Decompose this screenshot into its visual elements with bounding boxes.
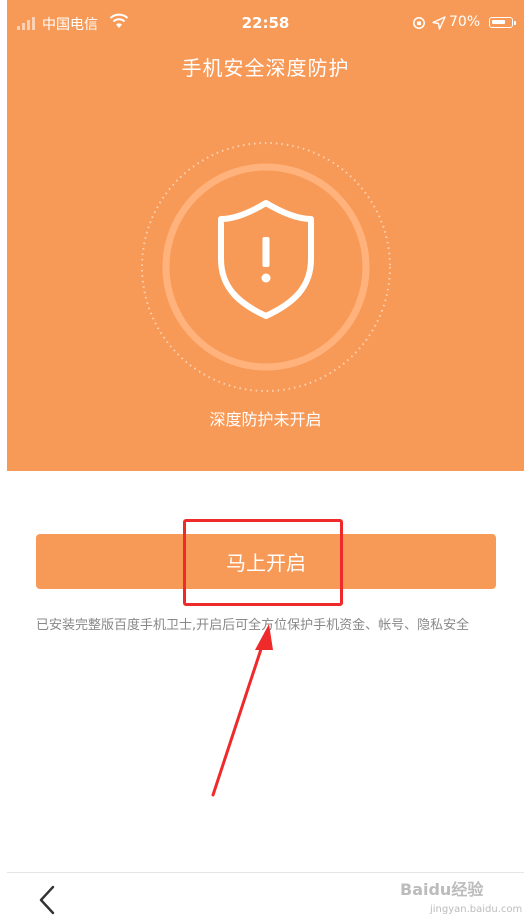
app-screen: 中国电信 22:58 70% 手机安全深度防护 深度防护未开启 马上开启 已安装… — [7, 0, 524, 922]
location-icon — [432, 16, 446, 30]
watermark-url: jingyan.baidu.com — [430, 904, 523, 915]
back-chevron-icon[interactable] — [37, 885, 57, 915]
page-title: 手机安全深度防护 — [181, 56, 350, 80]
shield-alert-icon — [218, 200, 314, 319]
protection-status-text: 深度防护未开启 — [209, 410, 322, 429]
status-bar: 中国电信 22:58 70% — [7, 0, 524, 46]
annotation-highlight-box — [183, 519, 343, 606]
battery-icon — [489, 17, 516, 28]
watermark-logo: Baidu经验 jingyan.baidu.com — [400, 876, 523, 916]
hero-banner: 中国电信 22:58 70% 手机安全深度防护 深度防护未开启 — [7, 0, 524, 471]
orientation-lock-icon — [413, 17, 425, 29]
watermark-brand: Baidu经验 — [400, 880, 484, 899]
clock: 22:58 — [241, 14, 290, 32]
shield-emblem — [141, 142, 391, 392]
battery-percent: 70% — [449, 14, 481, 30]
annotation-arrow-icon — [211, 624, 273, 797]
